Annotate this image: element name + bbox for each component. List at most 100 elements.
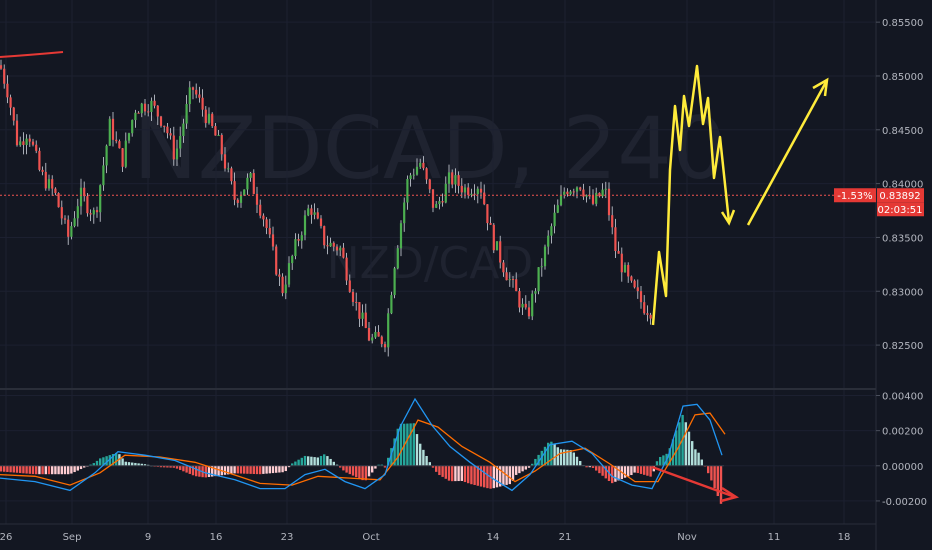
candle-up [227,168,230,170]
macd-histogram-bar [643,465,646,475]
macd-histogram-bar [415,434,419,466]
candle-up [179,136,182,149]
macd-axis[interactable]: 0.00400 0.00200 0.00000 -0.00200 [876,392,927,508]
macd-histogram-bar [121,458,124,466]
macd-histogram-bar [700,459,703,466]
candle-up [595,192,598,204]
candle-up [476,188,479,195]
candle-up [409,175,412,179]
candle-down [166,126,169,134]
candle-down [518,291,521,308]
candle-down [332,242,335,247]
macd-histogram-bar [249,465,252,474]
candle-down [326,245,329,247]
time-tick-label: 16 [210,532,223,543]
macd-histogram-bar [694,449,697,466]
candle-up [470,193,473,195]
macd-histogram-bar [598,465,601,474]
candle-down [195,89,198,95]
macd-histogram-bar [435,465,438,472]
macd-histogram-bar [275,465,278,473]
candle-down [86,196,89,214]
chart-canvas[interactable]: NZDCAD, 240 NZD/CAD 0.855000.850000.8450… [0,0,932,550]
candle-down [163,125,166,127]
macd-histogram-bar [460,465,463,481]
price-change-label: -1.53% [837,191,872,202]
macd-histogram-bar [467,465,470,484]
price-axis[interactable]: 0.855000.850000.845000.840000.835000.830… [876,18,923,352]
macd-histogram-bar [268,465,271,474]
candle-up [537,267,540,292]
candle-down [579,187,582,190]
candle-down [505,272,508,281]
time-axis[interactable]: 26 Sep 9 16 23 Oct 14 21 Nov 11 18 [0,532,850,543]
candle-down [35,144,38,151]
candle-down [172,135,175,160]
macd-histogram-bar [35,465,38,475]
macd-histogram-bar [559,449,563,466]
candle-down [380,336,383,345]
candle-up [547,235,550,247]
macd-histogram-bar [70,465,73,474]
candle-up [390,295,393,314]
candle-up [387,313,390,348]
candle-down [198,94,201,98]
macd-histogram-bar [713,465,716,489]
candle-up [19,141,22,146]
candle-down [6,83,9,98]
candle-down [233,181,236,200]
candle-down [335,246,339,251]
macd-histogram-bar [364,465,367,481]
macd-histogram-bar [19,465,22,474]
candle-down [259,204,262,216]
candle-up [447,172,451,184]
macd-histogram [0,414,724,504]
candle-down [441,201,444,203]
candle-up [531,293,534,317]
macd-histogram-bar [262,465,265,474]
candle-up [396,248,399,269]
candle-down [342,247,345,258]
candle-up [419,162,422,167]
candle-down [297,239,300,241]
candle-down [492,224,495,251]
macd-histogram-bar [483,465,486,488]
candle-up [188,87,191,105]
candle-down [620,253,623,273]
candle-up [108,118,111,146]
candle-down [473,193,476,195]
macd-histogram-bar [0,465,3,472]
candle-down [323,226,326,246]
candle-up [303,215,307,236]
macd-histogram-bar [630,465,633,476]
macd-histogram-bar [707,465,710,474]
candle-down [367,327,371,341]
macd-histogram-bar [233,465,236,474]
candle-down [614,227,617,251]
macd-histogram-bar [572,452,575,466]
candle-down [457,175,460,186]
candle-down [428,179,431,190]
candle-down [479,188,483,193]
candle-down [643,302,646,314]
annotation-yellow-up-arrow[interactable] [746,81,828,226]
candle-down [0,65,3,69]
macd-histogram-bar [342,465,345,471]
macd-histogram-bar [345,465,348,473]
annotation-red-divergence-arrow[interactable] [651,465,736,499]
candle-up [403,202,406,224]
price-tick-label: 0.85000 [882,72,923,83]
candle-down [118,141,121,149]
candle-up [438,201,441,205]
macd-histogram-bar [284,465,287,472]
candle-down [115,139,118,142]
macd-histogram-bar [60,465,63,475]
candle-down [201,97,204,110]
macd-histogram-bar [57,465,60,475]
annotation-red-line[interactable] [0,51,64,58]
candle-down [527,307,531,317]
macd-histogram-bar [473,465,476,485]
candle-down [319,218,323,227]
candle-down [646,313,649,315]
macd-histogram-bar [95,460,99,466]
